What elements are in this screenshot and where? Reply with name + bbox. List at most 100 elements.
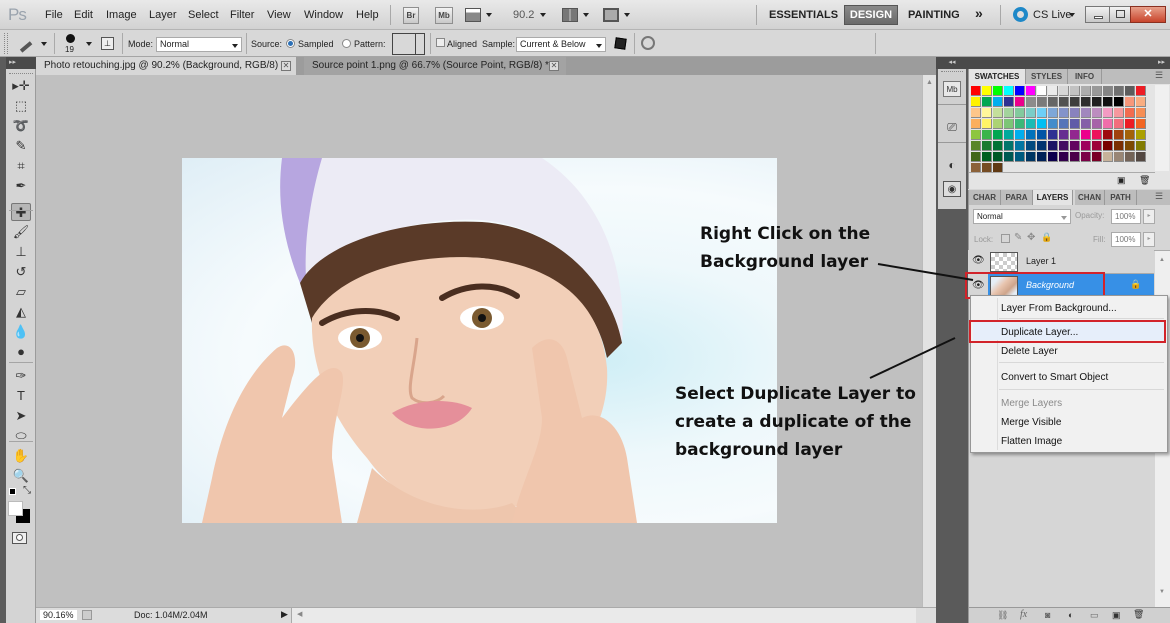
layer-row-layer-1[interactable]: 👁 Layer 1 [968,250,1154,274]
zoom-dropdown-icon[interactable] [540,13,546,17]
close-tab-icon[interactable]: ✕ [281,61,291,71]
cs-live-button[interactable]: CS Live [1033,9,1072,21]
swatch[interactable] [971,108,981,118]
swatch[interactable] [1114,141,1124,151]
swatch[interactable] [1048,130,1058,140]
swatch[interactable] [971,97,981,107]
swatch[interactable] [1103,119,1113,129]
swatch[interactable] [1015,108,1025,118]
healing-brush-tool[interactable]: ✚ [11,203,31,221]
swatch[interactable] [1103,97,1113,107]
swatch[interactable] [982,108,992,118]
swatch[interactable] [1026,108,1036,118]
swatches-scrollbar[interactable] [1155,85,1169,171]
status-zoom[interactable]: 90.16% [40,610,77,620]
status-preview-icon[interactable] [82,610,92,620]
swatch[interactable] [1092,86,1102,96]
tab-styles[interactable]: STYLES [1026,69,1068,84]
swatch[interactable] [1114,130,1124,140]
pattern-picker[interactable] [392,33,425,55]
workspace-essentials[interactable]: ESSENTIALS [769,9,838,21]
swatch[interactable] [1125,152,1135,162]
visibility-eye-icon[interactable]: 👁 [972,256,985,266]
path-selection-tool[interactable]: ➤ [11,407,31,425]
swatch[interactable] [1125,108,1135,118]
tab-photo-retouching[interactable]: Photo retouching.jpg @ 90.2% (Background… [36,57,296,75]
scroll-up-icon[interactable]: ▲ [1159,257,1165,263]
dock-collapse-button[interactable]: ◂◂ [936,57,968,69]
tab-channels[interactable]: CHAN [1075,190,1105,205]
panel-menu-icon[interactable]: ☰ [1155,70,1163,81]
swatch[interactable] [1081,97,1091,107]
swatch[interactable] [1081,141,1091,151]
swatch[interactable] [993,141,1003,151]
swatch[interactable] [1070,119,1080,129]
swatch[interactable] [1004,119,1014,129]
swatch[interactable] [1026,141,1036,151]
swatch[interactable] [982,97,992,107]
menu-filter[interactable]: Filter [230,9,254,21]
more-workspaces-icon[interactable]: » [975,5,983,21]
quick-mask-button[interactable] [12,532,27,544]
pressure-size-icon[interactable] [641,36,655,50]
move-tool[interactable]: ▸✛ [11,77,31,95]
swatch[interactable] [1048,97,1058,107]
swatch[interactable] [1015,119,1025,129]
swatch[interactable] [1037,86,1047,96]
swatch[interactable] [971,130,981,140]
swatch[interactable] [1015,152,1025,162]
scroll-down-icon[interactable]: ▼ [1159,589,1165,595]
swatch[interactable] [1125,86,1135,96]
menu-item-flatten-image[interactable]: Flatten Image [1001,436,1062,447]
swatch[interactable] [1136,152,1146,162]
aligned-checkbox[interactable] [436,38,445,47]
eyedropper-tool[interactable]: ✒ [11,177,31,195]
blend-mode-select[interactable]: Normal [973,209,1071,224]
restore-button[interactable] [1109,6,1131,23]
swatch[interactable] [1004,152,1014,162]
fill-field[interactable]: 100% [1111,232,1141,247]
tools-collapse-button[interactable]: ▸▸ [6,57,36,69]
sample-select[interactable]: Current & Below [516,37,606,52]
menu-view[interactable]: View [267,9,291,21]
lock-position-icon[interactable]: ✥ [1027,232,1035,243]
menu-select[interactable]: Select [188,9,219,21]
arrange-documents-icon[interactable] [562,8,578,22]
swatch[interactable] [1092,119,1102,129]
swatch[interactable] [1114,152,1124,162]
swatch[interactable] [993,130,1003,140]
adjustment-layer-icon[interactable]: ◐ [1068,610,1073,620]
new-group-icon[interactable]: ▭ [1090,610,1099,621]
layer-style-icon[interactable]: fx [1020,609,1027,620]
swatch[interactable] [1114,119,1124,129]
swatch[interactable] [1004,130,1014,140]
swatch[interactable] [1103,130,1113,140]
swatch[interactable] [1092,141,1102,151]
tools-grip[interactable] [9,73,33,74]
swatch[interactable] [1081,108,1091,118]
swatch[interactable] [1037,119,1047,129]
swatch[interactable] [1136,86,1146,96]
link-layers-icon[interactable]: ⛓ [997,610,1008,621]
menu-window[interactable]: Window [304,9,343,21]
marquee-tool[interactable]: ⬚ [11,97,31,115]
menu-file[interactable]: File [45,9,63,21]
swatch[interactable] [1004,97,1014,107]
swatch[interactable] [1004,141,1014,151]
history-panel-icon[interactable]: ⎚ [943,119,961,135]
swatch[interactable] [1136,119,1146,129]
expand-panels-icon[interactable]: ▸▸ [1158,57,1165,69]
swatch[interactable] [993,97,1003,107]
ignore-adjustment-layers-icon[interactable] [614,37,627,50]
swatch[interactable] [1081,130,1091,140]
tab-character[interactable]: CHAR [969,190,1001,205]
menu-image[interactable]: Image [106,9,137,21]
type-tool[interactable]: T [11,387,31,405]
zoom-tool[interactable]: 🔍 [11,467,31,485]
foreground-color-swatch[interactable] [8,501,23,516]
menu-item-layer-from-background[interactable]: Layer From Background... [1001,303,1117,314]
swatch[interactable] [1015,141,1025,151]
pen-tool[interactable]: ✑ [11,367,31,385]
swatch[interactable] [1081,152,1091,162]
swatch[interactable] [1125,141,1135,151]
